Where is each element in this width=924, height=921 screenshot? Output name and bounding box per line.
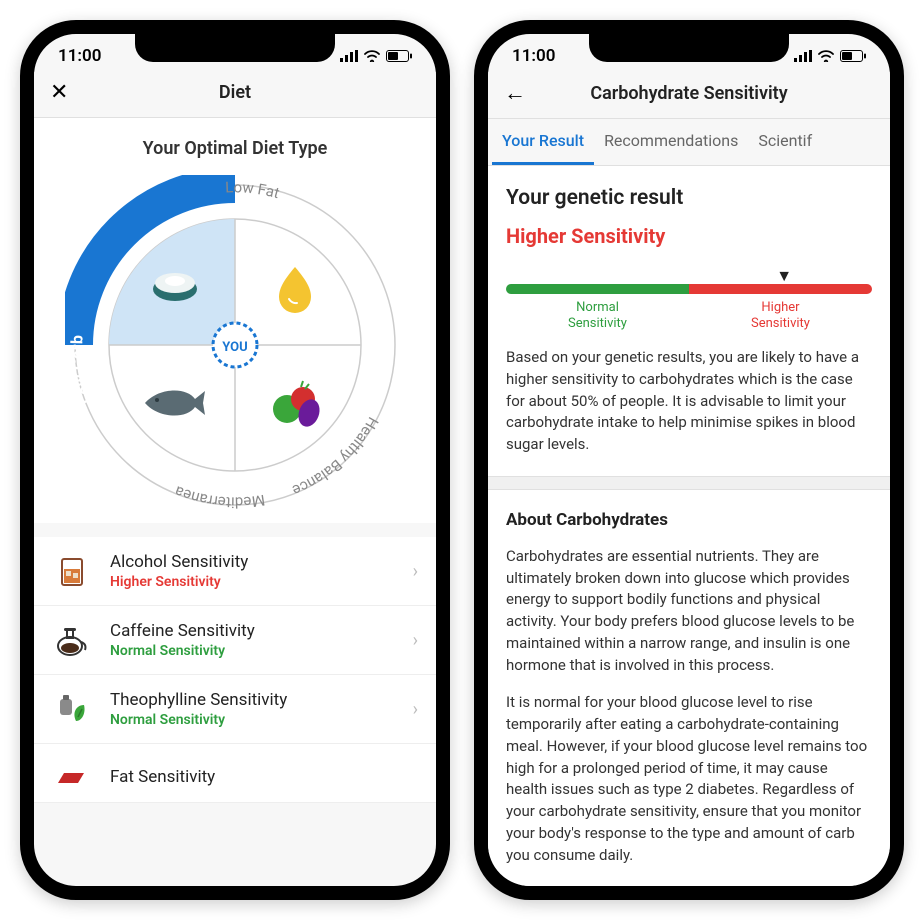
signal-icon [340, 50, 358, 62]
tab-scientific[interactable]: Scientif [748, 119, 822, 165]
list-item-caffeine[interactable]: Caffeine Sensitivity Normal Sensitivity … [34, 606, 436, 675]
list-item-title: Caffeine Sensitivity [110, 621, 395, 641]
list-item-alcohol[interactable]: Alcohol Sensitivity Higher Sensitivity › [34, 537, 436, 606]
list-item-title: Alcohol Sensitivity [110, 552, 395, 572]
list-item-sub: Normal Sensitivity [110, 712, 395, 728]
status-icons [340, 50, 412, 62]
wifi-icon [818, 50, 834, 62]
sensitivity-scale: ▼ Normal Sensitivity Higher Sensitivity [506, 266, 872, 331]
list-item-title: Fat Sensitivity [110, 767, 418, 787]
about-paragraph-1: Carbohydrates are essential nutrients. T… [506, 546, 872, 677]
svg-text:Low Carb: Low Carb [67, 335, 96, 407]
about-paragraph-2: It is normal for your blood glucose leve… [506, 692, 872, 866]
header: ← Carbohydrate Sensitivity [488, 72, 890, 119]
tab-bar: Your Result Recommendations Scientif [488, 119, 890, 166]
scale-label-higher: Higher Sensitivity [689, 300, 872, 331]
page-title: Carbohydrate Sensitivity [528, 83, 850, 104]
back-icon[interactable]: ← [504, 80, 528, 106]
scale-label-normal: Normal Sensitivity [506, 300, 689, 331]
hero-title: Your Optimal Diet Type [50, 138, 420, 159]
about-heading: About Carbohydrates [506, 510, 872, 530]
wheel-you-label: YOU [222, 340, 247, 355]
result-summary: Based on your genetic results, you are l… [506, 347, 872, 456]
list-item-fat[interactable]: Fat Sensitivity [34, 744, 436, 803]
notch [589, 32, 789, 62]
svg-text:Healthy Balance: Healthy Balance [290, 414, 382, 500]
bowl-icon [153, 273, 197, 301]
tab-your-result[interactable]: Your Result [492, 119, 594, 165]
status-icons [794, 50, 866, 62]
list-item-sub: Normal Sensitivity [110, 643, 395, 659]
wheel-label-low-carb: Low Carb [67, 335, 96, 407]
result-value: Higher Sensitivity [506, 224, 872, 248]
fish-icon [145, 390, 205, 415]
section-heading: Your genetic result [506, 186, 872, 210]
wheel-label-healthy: Healthy Balance [290, 414, 382, 500]
chevron-right-icon: › [413, 699, 418, 720]
butter-icon [52, 758, 92, 798]
section-divider [488, 476, 890, 490]
oil-drop-icon [279, 267, 311, 313]
tab-recommendations[interactable]: Recommendations [594, 119, 748, 165]
list-item-title: Theophylline Sensitivity [110, 690, 395, 710]
header: ✕ Diet [34, 72, 436, 118]
scale-normal-segment [506, 284, 689, 294]
page-title: Diet [74, 82, 396, 103]
content-scroll[interactable]: Your genetic result Higher Sensitivity ▼… [488, 166, 890, 900]
chevron-right-icon: › [413, 630, 418, 651]
vegetables-icon [273, 381, 323, 430]
list-item-sub: Higher Sensitivity [110, 574, 395, 590]
notch [135, 32, 335, 62]
status-time: 11:00 [58, 46, 101, 66]
marker-icon: ▼ [776, 266, 792, 286]
close-icon[interactable]: ✕ [50, 80, 74, 105]
sensitivity-list: Alcohol Sensitivity Higher Sensitivity ›… [34, 537, 436, 803]
diet-hero: Your Optimal Diet Type [34, 118, 436, 523]
phone-carb-detail: 11:00 ← Carbohydrate Sensitivity Your Re… [474, 20, 904, 900]
content-scroll[interactable]: Your Optimal Diet Type [34, 118, 436, 892]
battery-icon [840, 50, 866, 62]
whiskey-glass-icon [52, 551, 92, 591]
diet-wheel[interactable]: Low Carb Low Fat Healthy Balance Mediter… [65, 175, 405, 515]
chevron-right-icon: › [413, 561, 418, 582]
tea-leaf-icon [52, 689, 92, 729]
status-time: 11:00 [512, 46, 555, 66]
phone-diet: 11:00 ✕ Diet Your Optimal Diet Type [20, 20, 450, 900]
battery-icon [386, 50, 412, 62]
signal-icon [794, 50, 812, 62]
wifi-icon [364, 50, 380, 62]
coffee-pot-icon [52, 620, 92, 660]
list-item-theophylline[interactable]: Theophylline Sensitivity Normal Sensitiv… [34, 675, 436, 744]
